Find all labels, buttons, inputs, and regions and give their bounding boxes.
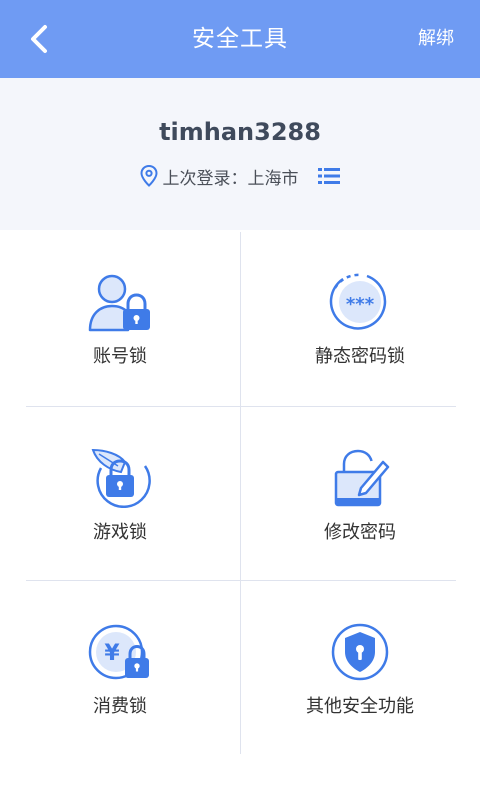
username: timhan3288 <box>159 118 321 146</box>
tool-static-password-lock[interactable]: *** 静态密码锁 <box>240 230 480 404</box>
game-lock-icon <box>91 448 151 508</box>
tool-label: 游戏锁 <box>93 522 147 543</box>
edit-password-icon <box>334 449 390 507</box>
tool-label: 消费锁 <box>93 696 147 717</box>
tool-payment-lock[interactable]: ¥ 消费锁 <box>0 580 240 754</box>
tool-game-lock[interactable]: 游戏锁 <box>0 406 240 580</box>
svg-text:***: *** <box>346 294 375 315</box>
tool-label: 修改密码 <box>324 522 396 543</box>
tool-other-security[interactable]: 其他安全功能 <box>240 580 480 754</box>
shield-icon <box>331 623 389 681</box>
last-login-text: 上次登录：上海市 <box>162 168 299 189</box>
static-password-icon: *** <box>329 273 387 330</box>
account-lock-icon <box>88 274 150 332</box>
tool-label: 账号锁 <box>93 346 147 367</box>
top-bar: 安全工具 解绑 <box>0 0 480 78</box>
unbind-button[interactable]: 解绑 <box>418 0 454 78</box>
location-pin-icon <box>139 165 158 187</box>
svg-text:¥: ¥ <box>104 641 120 666</box>
login-history-list-icon[interactable] <box>317 166 341 186</box>
tool-account-lock[interactable]: 账号锁 <box>0 230 240 404</box>
security-tools-grid: 账号锁 *** 静态密码锁 游戏锁 修改密码 ¥ 消费锁 其他安全功能 <box>0 230 480 800</box>
tool-label: 静态密码锁 <box>315 346 405 367</box>
tool-change-password[interactable]: 修改密码 <box>240 406 480 580</box>
tool-label: 其他安全功能 <box>306 696 414 717</box>
account-header: timhan3288 上次登录：上海市 <box>0 78 480 230</box>
payment-lock-icon: ¥ <box>88 624 149 680</box>
last-login-row: 上次登录：上海市 <box>0 164 480 189</box>
page-title: 安全工具 <box>192 26 288 52</box>
